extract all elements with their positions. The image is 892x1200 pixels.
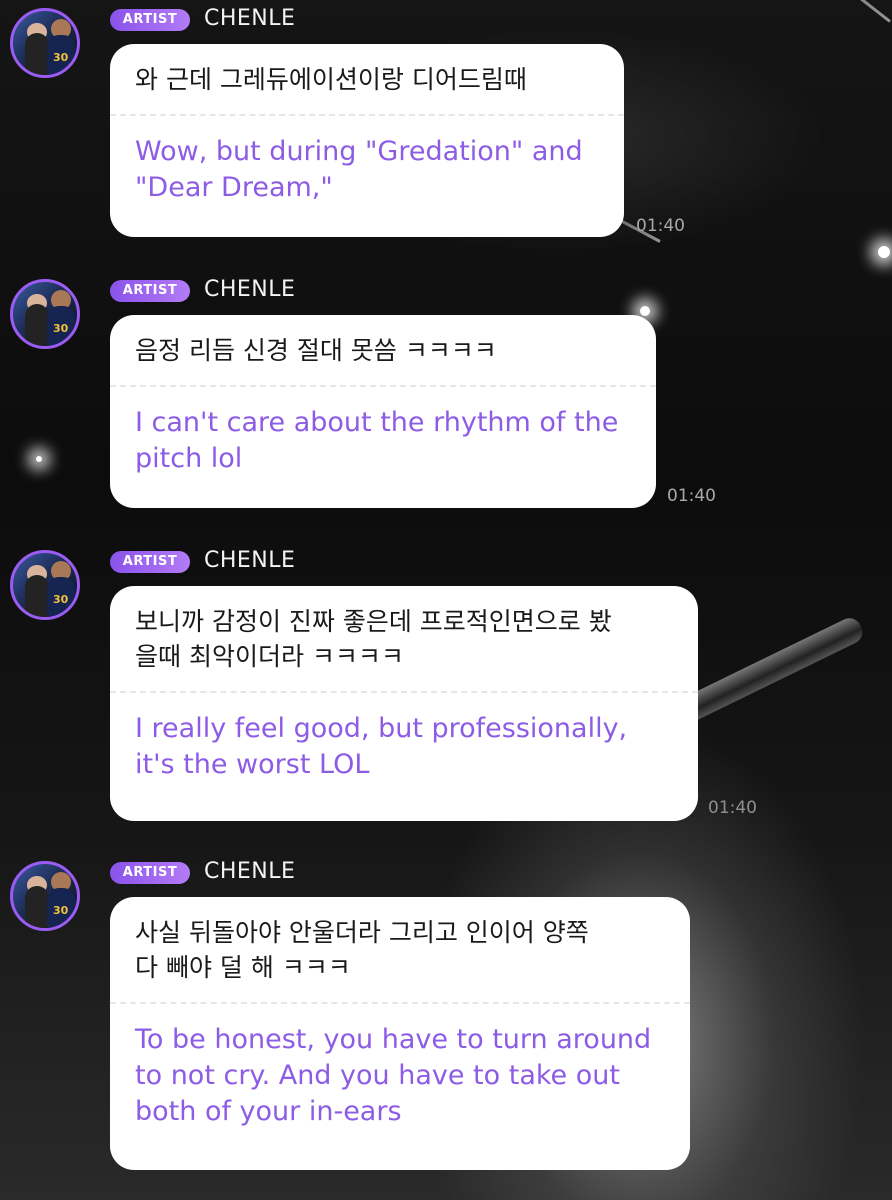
artist-badge: ARTIST xyxy=(110,862,190,884)
artist-avatar[interactable]: 30 xyxy=(10,279,80,349)
message-original-text: 와 근데 그레듀에이션이랑 디어드림때 xyxy=(135,65,527,94)
artist-badge: ARTIST xyxy=(110,551,190,573)
message-bubble[interactable]: 사실 뒤돌아야 안울더라 그리고 인이어 양쪽 다 빼야 덜 해 ㅋㅋㅋ To … xyxy=(110,897,690,1170)
message-original-text: 사실 뒤돌아야 안울더라 그리고 인이어 양쪽 다 빼야 덜 해 ㅋㅋㅋ xyxy=(135,918,589,982)
message-original-text: 음정 리듬 신경 절대 못씀 ㅋㅋㅋㅋ xyxy=(135,336,497,365)
avatar-jersey-number: 30 xyxy=(53,51,69,64)
sender-name[interactable]: CHENLE xyxy=(204,546,295,576)
stage-light-spot xyxy=(878,246,890,258)
sender-name[interactable]: CHENLE xyxy=(204,4,295,34)
message-bubble[interactable]: 와 근데 그레듀에이션이랑 디어드림때 Wow, but during "Gre… xyxy=(110,44,624,237)
chat-message: 30 ARTIST CHENLE 사실 뒤돌아야 안울더라 그리고 인이어 양쪽… xyxy=(0,853,892,1200)
chat-message: 30 ARTIST CHENLE 와 근데 그레듀에이션이랑 디어드림때 Wow… xyxy=(0,0,892,240)
message-timestamp: 01:40 xyxy=(636,216,685,236)
message-bubble[interactable]: 보니까 감정이 진짜 좋은데 프로적인면으로 봤 을때 최악이더라 ㅋㅋㅋㅋ I… xyxy=(110,586,698,821)
sender-name[interactable]: CHENLE xyxy=(204,275,295,305)
message-original-text: 보니까 감정이 진짜 좋은데 프로적인면으로 봤 을때 최악이더라 ㅋㅋㅋㅋ xyxy=(135,607,612,671)
message-translation-text: Wow, but during "Gredation" and "Dear Dr… xyxy=(135,136,583,203)
chat-message: 30 ARTIST CHENLE 보니까 감정이 진짜 좋은데 프로적인면으로 … xyxy=(0,542,892,832)
artist-avatar[interactable]: 30 xyxy=(10,8,80,78)
artist-badge: ARTIST xyxy=(110,9,190,31)
avatar-jersey-number: 30 xyxy=(53,593,69,606)
chat-message: 30 ARTIST CHENLE 음정 리듬 신경 절대 못씀 ㅋㅋㅋㅋ I c… xyxy=(0,271,892,511)
sender-name[interactable]: CHENLE xyxy=(204,857,295,887)
avatar-jersey-number: 30 xyxy=(53,322,69,335)
artist-avatar[interactable]: 30 xyxy=(10,550,80,620)
avatar-jersey-number: 30 xyxy=(53,904,69,917)
message-bubble[interactable]: 음정 리듬 신경 절대 못씀 ㅋㅋㅋㅋ I can't care about t… xyxy=(110,315,656,508)
message-translation-text: I really feel good, but professionally, … xyxy=(135,713,628,780)
message-translation-text: To be honest, you have to turn around to… xyxy=(135,1024,652,1127)
artist-badge: ARTIST xyxy=(110,280,190,302)
artist-avatar[interactable]: 30 xyxy=(10,861,80,931)
message-timestamp: 01:40 xyxy=(667,486,716,506)
message-timestamp: 01:40 xyxy=(708,798,757,818)
message-translation-text: I can't care about the rhythm of the pit… xyxy=(135,407,619,474)
